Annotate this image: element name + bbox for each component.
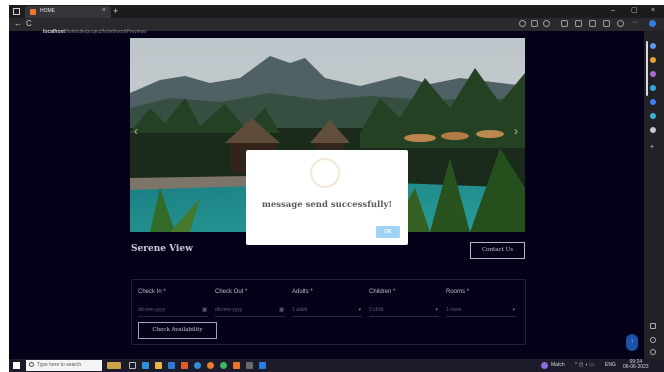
edge-sidebar: + [644, 31, 664, 359]
start-windows-icon[interactable] [13, 362, 20, 369]
window-menu-icon[interactable] [13, 8, 20, 15]
favorite-icon[interactable] [543, 20, 550, 27]
taskbar-search-box[interactable]: Type here to search [26, 360, 102, 371]
desktop-screen: HOME × + – ▢ × ← C localhost/hotelsite/p… [9, 5, 664, 372]
success-icon [310, 158, 340, 188]
back-button[interactable]: ← [14, 19, 22, 29]
chrome-app-icon[interactable] [220, 362, 227, 369]
file-explorer-icon[interactable] [155, 362, 162, 369]
browser-toolbar: ← C localhost/hotelsite/project/hotel/ro… [9, 18, 664, 35]
search-icon [29, 362, 34, 367]
tab-close-icon[interactable]: × [102, 7, 106, 15]
maximize-button[interactable]: ▢ [631, 6, 638, 16]
address-bar[interactable]: localhost/hotelsite/project/hotel/roomPr… [43, 20, 513, 35]
tab-home[interactable]: HOME × [25, 6, 111, 18]
close-window-button[interactable]: × [651, 6, 655, 16]
split-screen-icon[interactable] [561, 20, 568, 27]
minimize-button[interactable]: – [611, 6, 615, 16]
clock[interactable]: 09:24 06-06-2023 [623, 360, 649, 370]
add-sidebar-icon[interactable]: + [650, 144, 656, 151]
language-indicator[interactable]: ENG [605, 362, 616, 368]
shopping-icon[interactable] [650, 57, 656, 63]
new-tab-button[interactable]: + [113, 5, 118, 17]
weather-text[interactable]: Match [551, 362, 565, 368]
collections-icon[interactable] [589, 20, 596, 27]
read-aloud-icon[interactable] [519, 20, 526, 27]
store-app-icon[interactable] [168, 362, 175, 369]
news-widget-icon[interactable] [107, 362, 121, 369]
office-icon[interactable] [650, 99, 656, 105]
refresh-button[interactable]: C [26, 19, 32, 29]
tray-icons[interactable]: ^ ◰ ◖ ▭ [575, 362, 594, 368]
copilot-icon[interactable] [649, 20, 656, 27]
success-dialog: message send successfully! OK [246, 150, 408, 245]
favicon-icon [30, 9, 36, 15]
sidebar-layout-icon[interactable] [650, 323, 656, 329]
more-options-icon[interactable]: ··· [631, 19, 638, 27]
profile-icon[interactable] [617, 20, 624, 27]
edge-app-icon[interactable] [142, 362, 149, 369]
dialog-message: message send successfully! [261, 200, 393, 210]
ok-button[interactable]: OK [376, 226, 400, 238]
taskbar-search-placeholder: Type here to search [37, 362, 82, 368]
xampp-app-icon[interactable] [233, 362, 240, 369]
mail-app-icon[interactable] [194, 362, 201, 369]
terminal-app-icon[interactable] [246, 362, 253, 369]
firefox-app-icon[interactable] [207, 362, 214, 369]
outlook-icon[interactable] [650, 113, 656, 119]
settings-sidebar-icon[interactable] [650, 349, 656, 355]
vscode-app-icon[interactable] [259, 362, 266, 369]
extensions-icon[interactable] [603, 20, 610, 27]
clock-date: 06-06-2023 [623, 364, 649, 370]
games-icon[interactable] [650, 85, 656, 91]
zoom-icon[interactable] [531, 20, 538, 27]
page-scrollbar[interactable] [646, 41, 648, 96]
browser-tab-strip: HOME × + – ▢ × [9, 5, 664, 18]
drop-icon[interactable] [650, 127, 656, 133]
tab-title: HOME [40, 8, 55, 14]
favorites-bar-icon[interactable] [575, 20, 582, 27]
task-view-icon[interactable] [129, 362, 136, 369]
tools-icon[interactable] [650, 71, 656, 77]
open-link-icon[interactable] [650, 337, 656, 343]
office-app-icon[interactable] [181, 362, 188, 369]
weather-icon[interactable] [541, 362, 548, 369]
search-sidebar-icon[interactable] [650, 43, 656, 49]
windows-taskbar: Type here to search Match ^ ◰ ◖ ▭ ENG 09… [9, 359, 664, 372]
